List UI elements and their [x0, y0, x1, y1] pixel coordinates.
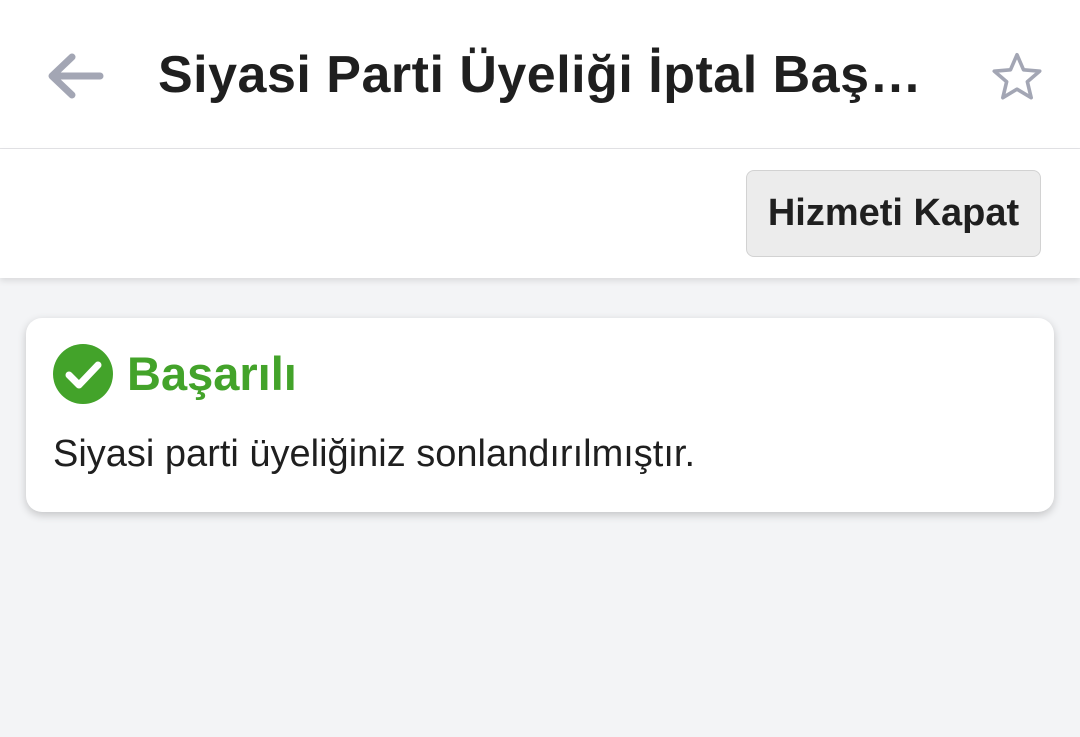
favorite-button[interactable] [984, 44, 1050, 110]
arrow-left-icon [48, 53, 104, 99]
star-outline-icon [992, 52, 1042, 100]
status-title: Başarılı [127, 347, 297, 400]
page-title: Siyasi Parti Üyeliği İptal Başvurusu [158, 46, 928, 104]
back-button[interactable] [38, 40, 110, 112]
result-card: Başarılı Siyasi parti üyeliğiniz sonland… [26, 318, 1054, 512]
status-message: Siyasi parti üyeliğiniz sonlandırılmıştı… [53, 433, 696, 475]
action-toolbar: Hizmeti Kapat [0, 149, 1080, 278]
app-header: Siyasi Parti Üyeliği İptal Başvurusu [0, 0, 1080, 149]
close-service-button[interactable]: Hizmeti Kapat [746, 170, 1041, 257]
check-circle-icon [53, 344, 113, 404]
